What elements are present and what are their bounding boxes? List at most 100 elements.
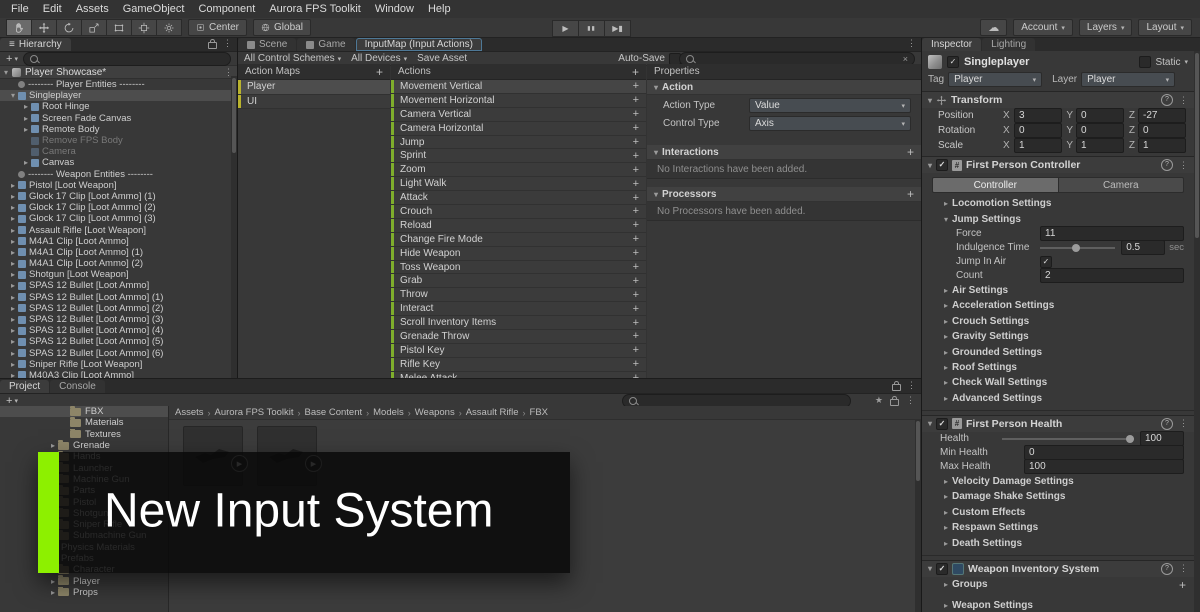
hierarchy-item[interactable]: ▸Assault Rifle [Loot Weapon]› [0,224,237,235]
first-person-health-header[interactable]: ▾ # First Person Health ?⋮ [922,415,1194,432]
add-binding-button[interactable]: + [633,358,639,370]
fold-arrow-icon[interactable]: ▸ [21,158,31,167]
component-enabled-checkbox[interactable] [936,159,948,171]
hierarchy-item[interactable]: ▸SPAS 12 Bullet [Loot Ammo] (2)› [0,303,237,314]
menubar-item-aurora-fps-toolkit[interactable]: Aurora FPS Toolkit [262,3,368,15]
fph-foldout[interactable]: ▸Velocity Damage Settings [922,474,1194,489]
breadcrumb-item[interactable]: FBX [530,407,548,418]
hierarchy-item[interactable]: ▸SPAS 12 Bullet [Loot Ammo] (6)› [0,348,237,359]
kebab-menu-icon[interactable]: ⋮ [907,38,916,49]
action-item[interactable]: Pistol Key+ [391,344,646,358]
action-map-item[interactable]: Player [238,80,390,95]
fold-arrow-icon[interactable]: ▸ [8,259,18,268]
fold-arrow-icon[interactable]: ▸ [21,102,31,111]
action-item[interactable]: Toss Weapon+ [391,261,646,275]
fold-arrow-icon[interactable]: ▸ [21,114,31,123]
add-binding-button[interactable]: + [633,150,639,162]
fold-arrow-icon[interactable]: ▸ [8,192,18,201]
fold-arrow-icon[interactable]: ▸ [8,281,18,290]
hierarchy-item[interactable]: ▸Glock 17 Clip [Loot Ammo] (2)› [0,202,237,213]
transform-component-header[interactable]: ▾ Transform ?⋮ [922,91,1194,108]
action-item[interactable]: Light Walk+ [391,177,646,191]
tab-inputmap[interactable]: InputMap (Input Actions) [356,38,482,51]
action-properties-header[interactable]: ▾Action [647,80,921,95]
fph-foldout[interactable]: ▸Respawn Settings [922,520,1194,535]
add-group-button[interactable]: + [1179,578,1186,592]
fpc-tab-camera[interactable]: Camera [1059,177,1185,193]
rotation-y-field[interactable]: 0 [1076,123,1124,138]
hierarchy-item[interactable]: Camera [0,146,237,157]
menubar-item-help[interactable]: Help [421,3,458,15]
project-scrollbar[interactable] [915,419,921,612]
action-item[interactable]: Camera Vertical+ [391,108,646,122]
hierarchy-item[interactable]: -------- Player Entities -------- [0,79,237,90]
hierarchy-item[interactable]: ▸SPAS 12 Bullet [Loot Ammo] (3)› [0,314,237,325]
action-item[interactable]: Scroll Inventory Items+ [391,316,646,330]
kebab-menu-icon[interactable]: ⋮ [907,380,916,391]
action-item[interactable]: Movement Horizontal+ [391,94,646,108]
hierarchy-item[interactable]: ▸M4A1 Clip [Loot Ammo] (1)› [0,247,237,258]
breadcrumb-item[interactable]: Base Content [305,407,363,418]
fold-arrow-icon[interactable]: ▾ [8,91,18,100]
hierarchy-search[interactable] [23,52,231,66]
jump-in-air-checkbox[interactable] [1040,256,1052,268]
fold-arrow-icon[interactable]: ▾ [928,564,932,573]
indulgence-time-field[interactable]: 0.5 [1121,240,1165,255]
fold-arrow-icon[interactable]: ▸ [8,226,18,235]
weapon-inventory-system-header[interactable]: ▾ Weapon Inventory System ?⋮ [922,560,1194,577]
rotate-tool-button[interactable] [56,19,81,36]
lock-icon[interactable] [208,42,217,49]
fold-arrow-icon[interactable]: ▸ [8,214,18,223]
groups-foldout[interactable]: ▸ Groups + [922,577,1194,592]
menubar-item-component[interactable]: Component [191,3,262,15]
menubar-item-edit[interactable]: Edit [36,3,69,15]
rect-tool-button[interactable] [106,19,131,36]
max-health-field[interactable]: 100 [1024,459,1184,474]
fold-arrow-icon[interactable]: ▸ [8,337,18,346]
hierarchy-item[interactable]: ▸Shotgun [Loot Weapon]› [0,269,237,280]
add-binding-button[interactable]: + [633,108,639,120]
fold-arrow-icon[interactable]: ▸ [8,326,18,335]
menubar-item-file[interactable]: File [4,3,36,15]
fold-arrow-icon[interactable]: ▸ [8,360,18,369]
tag-dropdown[interactable]: Player▾ [948,72,1042,87]
favorites-star-icon[interactable]: ★ [875,395,883,406]
component-enabled-checkbox[interactable] [936,418,948,430]
help-icon[interactable]: ? [1161,418,1173,430]
fold-arrow-icon[interactable]: ▸ [8,293,18,302]
force-field[interactable]: 11 [1040,226,1184,241]
fpc-foldout[interactable]: ▸Roof Settings [922,360,1194,375]
position-y-field[interactable]: 0 [1076,108,1124,123]
rotation-z-field[interactable]: 0 [1138,123,1186,138]
interactions-header[interactable]: ▾Interactions+ [647,145,921,160]
step-button[interactable]: ▶▮ [604,20,631,37]
hierarchy-item[interactable]: ▸SPAS 12 Bullet [Loot Ammo]› [0,280,237,291]
action-type-dropdown[interactable]: Value▾ [749,98,911,113]
action-item[interactable]: Hide Weapon+ [391,247,646,261]
static-checkbox[interactable] [1139,56,1151,68]
fph-foldout[interactable]: ▸Damage Shake Settings [922,489,1194,504]
kebab-menu-icon[interactable]: ⋮ [223,38,232,49]
fpc-foldout[interactable]: ▸Air Settings [922,283,1194,298]
hierarchy-scrollbar[interactable] [231,76,237,378]
hierarchy-item[interactable]: ▸Canvas [0,157,237,168]
fold-arrow-icon[interactable]: ▾ [928,96,932,105]
hierarchy-item[interactable]: ▸SPAS 12 Bullet [Loot Ammo] (1)› [0,292,237,303]
fold-arrow-icon[interactable]: ▸ [8,349,18,358]
fph-foldout[interactable]: ▸Custom Effects [922,505,1194,520]
menubar-item-assets[interactable]: Assets [69,3,116,15]
account-dropdown[interactable]: Account▾ [1013,19,1073,36]
position-x-field[interactable]: 3 [1014,108,1062,123]
hierarchy-item[interactable]: ▸Pistol [Loot Weapon]› [0,180,237,191]
add-binding-button[interactable]: + [633,94,639,106]
action-item[interactable]: Change Fire Mode+ [391,233,646,247]
devices-dropdown[interactable]: All Devices▾ [351,53,407,64]
pivot-toggle-button[interactable]: Center [188,19,247,36]
project-folder-item[interactable]: ▸Props [0,587,168,598]
fpc-foldout[interactable]: ▸Check Wall Settings [922,375,1194,390]
fold-arrow-icon[interactable]: ▸ [8,181,18,190]
custom-tool-button[interactable] [156,19,182,36]
hierarchy-item[interactable]: ▸Root Hinge [0,101,237,112]
hierarchy-item[interactable]: ▸Remote Body [0,124,237,135]
create-asset-button[interactable]: +▾ [6,395,18,407]
